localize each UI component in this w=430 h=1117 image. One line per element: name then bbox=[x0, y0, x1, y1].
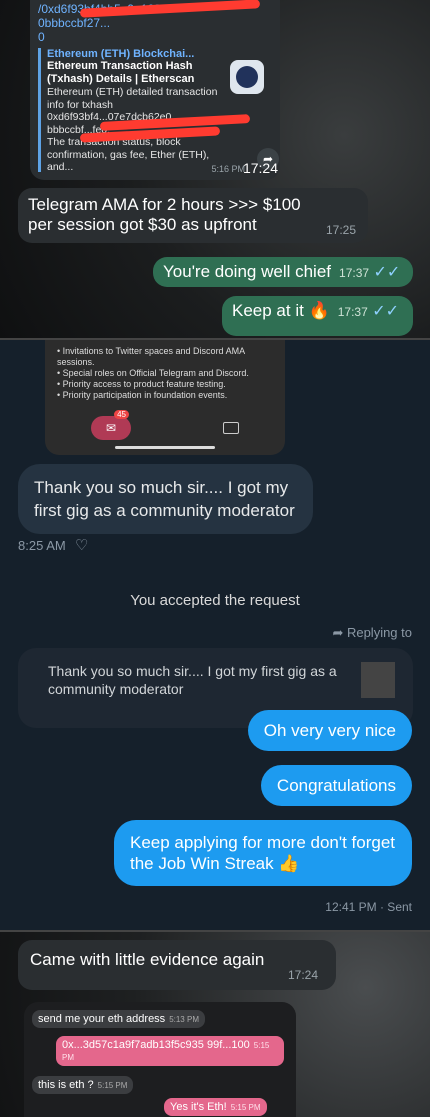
replying-text: Replying to bbox=[346, 625, 412, 640]
home-indicator bbox=[115, 446, 215, 449]
sent-status: 12:41 PM · Sent bbox=[325, 900, 412, 914]
camera-icon bbox=[223, 422, 239, 434]
double-check-icon: ✓✓ bbox=[373, 264, 401, 281]
telegram-chat-panel-1: /0xd6f93bf4bb5a9a163... 0bbbccbf27... 0 … bbox=[0, 0, 430, 338]
mail-badge: 45 bbox=[114, 410, 129, 419]
preview-meta-time: 5:16 PM bbox=[211, 164, 245, 174]
sent-message: Oh very very nice bbox=[247, 710, 412, 751]
screenshot-message-time: 5:15 PM bbox=[97, 1081, 128, 1090]
message-text: Came with little evidence again bbox=[30, 950, 265, 969]
list-item: Priority access to product feature testi… bbox=[57, 379, 273, 390]
x-dm-panel: Invitations to Twitter spaces and Discor… bbox=[0, 338, 430, 930]
tx-link-line-2[interactable]: 0bbbccbf27... bbox=[38, 16, 272, 30]
message-time: 17:25 bbox=[325, 223, 356, 237]
telegram-chat-panel-2: Came with little evidence again 17:24 se… bbox=[0, 930, 430, 1117]
screenshot-message: send me your eth address 5:13 PM bbox=[32, 1010, 205, 1028]
screenshot-message: this is eth ? 5:15 PM bbox=[32, 1076, 134, 1094]
card-icon-row: ✉ 45 bbox=[45, 410, 285, 440]
link-message-bubble: /0xd6f93bf4bb5a9a163... 0bbbccbf27... 0 … bbox=[30, 0, 280, 180]
quoted-text: Thank you so much sir.... I got my first… bbox=[48, 663, 337, 697]
message-time: 17:37 bbox=[337, 305, 368, 319]
request-accepted-notice: You accepted the request bbox=[130, 592, 300, 609]
list-item: Invitations to Twitter spaces and Discor… bbox=[57, 346, 273, 368]
list-item: Special roles on Official Telegram and D… bbox=[57, 368, 273, 379]
screenshot-message-text: this is eth ? bbox=[38, 1079, 94, 1091]
screenshot-message: Yes it's Eth! 5:15 PM bbox=[164, 1098, 267, 1116]
tx-link-line-3[interactable]: 0 bbox=[38, 30, 272, 44]
mail-icon: ✉ 45 bbox=[91, 410, 131, 440]
quoted-thumbnail bbox=[361, 662, 395, 698]
add-reaction-heart-icon[interactable]: ♡ bbox=[75, 536, 88, 554]
double-check-icon: ✓✓ bbox=[372, 303, 400, 320]
link-preview[interactable]: Ethereum (ETH) Blockchai... Ethereum Tra… bbox=[38, 48, 272, 173]
message-text: Telegram AMA for 2 hours >>> $100 per se… bbox=[28, 195, 301, 234]
sent-message: Keep applying for more don't forget the … bbox=[114, 820, 412, 886]
received-message: Thank you so much sir.... I got my first… bbox=[18, 464, 313, 534]
screenshot-message-text: send me your eth address bbox=[38, 1013, 166, 1025]
received-time: 8:25 AM bbox=[18, 538, 66, 553]
incoming-message: Telegram AMA for 2 hours >>> $100 per se… bbox=[18, 188, 368, 243]
message-time: 17:24 bbox=[287, 968, 318, 982]
screenshot-message-time: 5:13 PM bbox=[169, 1015, 199, 1024]
preview-desc-4: The transaction status, block confirmati… bbox=[47, 136, 210, 173]
outgoing-message: You're doing well chief 17:37 ✓✓ bbox=[153, 257, 413, 287]
shared-screenshot-card[interactable]: Invitations to Twitter spaces and Discor… bbox=[45, 340, 285, 455]
incoming-message: Came with little evidence again 17:24 bbox=[18, 940, 336, 990]
preview-title: Ethereum Transaction Hash (Txhash) Detai… bbox=[47, 60, 195, 85]
message-text: You're doing well chief bbox=[163, 262, 332, 281]
screenshot-message-text: 0x...3d57c1a9f7adb13f5c935 99f...100 bbox=[62, 1039, 250, 1051]
preview-desc-1: Ethereum (ETH) detailed transaction info… bbox=[47, 86, 218, 111]
message-text: Keep at it 🔥 bbox=[232, 301, 330, 320]
preview-time: 17:24 bbox=[242, 160, 278, 176]
sent-message: Congratulations bbox=[260, 765, 412, 806]
benefit-list: Invitations to Twitter spaces and Discor… bbox=[57, 346, 273, 401]
chat-screenshot-image[interactable]: send me your eth address 5:13 PM 0x...3d5… bbox=[24, 1002, 296, 1117]
list-item: Priority participation in foundation eve… bbox=[57, 390, 273, 401]
preview-site: Ethereum (ETH) Blockchai... bbox=[47, 48, 195, 60]
replying-to-label: ➦ Replying to bbox=[332, 625, 412, 641]
screenshot-message-time: 5:15 PM bbox=[230, 1103, 261, 1112]
screenshot-message-text: Yes it's Eth! bbox=[170, 1101, 227, 1113]
screenshot-message: 0x...3d57c1a9f7adb13f5c935 99f...100 5:15… bbox=[56, 1036, 284, 1066]
message-time: 17:37 bbox=[339, 266, 370, 280]
outgoing-message: Keep at it 🔥 17:37 ✓✓ bbox=[222, 296, 413, 336]
etherscan-logo-icon bbox=[230, 60, 264, 94]
reply-arrow-icon: ➦ bbox=[332, 625, 347, 640]
